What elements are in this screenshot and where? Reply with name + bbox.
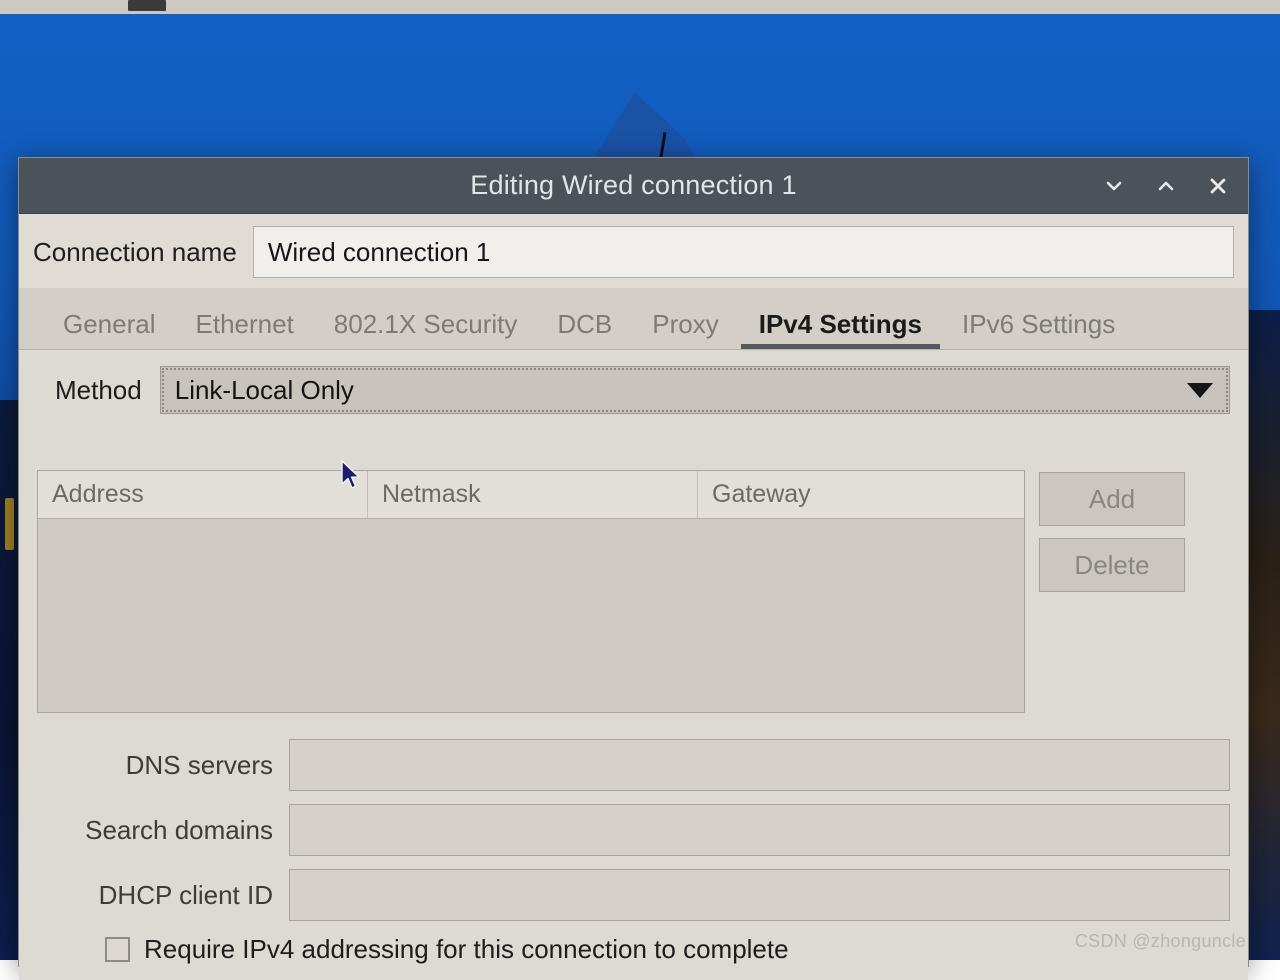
tab-proxy[interactable]: Proxy <box>632 311 738 349</box>
chevron-down-icon <box>1187 383 1213 398</box>
close-button[interactable] <box>1204 172 1232 200</box>
connection-name-input[interactable]: Wired connection 1 <box>253 226 1234 278</box>
tab-general[interactable]: General <box>43 311 176 349</box>
require-ipv4-row[interactable]: Require IPv4 addressing for this connect… <box>37 934 1230 965</box>
addresses-table-body[interactable] <box>38 519 1024 712</box>
tab-ethernet[interactable]: Ethernet <box>176 311 314 349</box>
addresses-table-header: Address Netmask Gateway <box>38 471 1024 519</box>
settings-tabs: General Ethernet 802.1X Security DCB Pro… <box>19 288 1248 350</box>
method-dropdown[interactable]: Link-Local Only <box>160 366 1230 414</box>
column-header-gateway[interactable]: Gateway <box>698 471 1024 518</box>
dns-servers-row: DNS servers <box>37 739 1230 791</box>
tab-ipv4-settings[interactable]: IPv4 Settings <box>739 311 942 349</box>
connection-name-row: Connection name Wired connection 1 <box>19 214 1248 288</box>
ipv4-settings-panel: Method Link-Local Only Address Netmask G… <box>19 350 1248 980</box>
tab-dcb[interactable]: DCB <box>537 311 632 349</box>
method-label: Method <box>37 375 142 406</box>
dns-servers-input[interactable] <box>289 739 1230 791</box>
addresses-table[interactable]: Address Netmask Gateway <box>37 470 1025 713</box>
tab-8021x-security[interactable]: 802.1X Security <box>314 311 538 349</box>
dialog-titlebar[interactable]: Editing Wired connection 1 <box>19 158 1248 214</box>
dns-servers-label: DNS servers <box>37 750 289 781</box>
tab-ipv6-settings[interactable]: IPv6 Settings <box>942 311 1135 349</box>
top-panel[interactable] <box>0 0 1280 14</box>
addresses-buttons: Add Delete <box>1039 470 1185 592</box>
watermark: CSDN @zhonguncle <box>1075 931 1246 952</box>
maximize-button[interactable] <box>1152 172 1180 200</box>
dialog-title: Editing Wired connection 1 <box>19 170 1248 201</box>
minimize-button[interactable] <box>1100 172 1128 200</box>
method-row: Method Link-Local Only <box>37 366 1230 414</box>
editing-connection-dialog: Editing Wired connection 1 Connection na… <box>18 157 1249 967</box>
search-domains-label: Search domains <box>37 815 289 846</box>
dhcp-client-id-row: DHCP client ID <box>37 869 1230 921</box>
add-button[interactable]: Add <box>1039 472 1185 526</box>
dhcp-client-id-label: DHCP client ID <box>37 880 289 911</box>
dhcp-client-id-input[interactable] <box>289 869 1230 921</box>
require-ipv4-label: Require IPv4 addressing for this connect… <box>144 934 789 965</box>
delete-button[interactable]: Delete <box>1039 538 1185 592</box>
window-controls <box>1100 172 1232 200</box>
app-icon[interactable] <box>128 0 166 11</box>
addresses-area: Address Netmask Gateway Add Delete <box>37 470 1230 713</box>
column-header-address[interactable]: Address <box>38 471 368 518</box>
search-domains-row: Search domains <box>37 804 1230 856</box>
desktop-gold-accent <box>5 498 14 550</box>
method-selected-value: Link-Local Only <box>175 375 354 406</box>
connection-name-label: Connection name <box>33 237 237 268</box>
require-ipv4-checkbox[interactable] <box>105 937 130 962</box>
column-header-netmask[interactable]: Netmask <box>368 471 698 518</box>
search-domains-input[interactable] <box>289 804 1230 856</box>
